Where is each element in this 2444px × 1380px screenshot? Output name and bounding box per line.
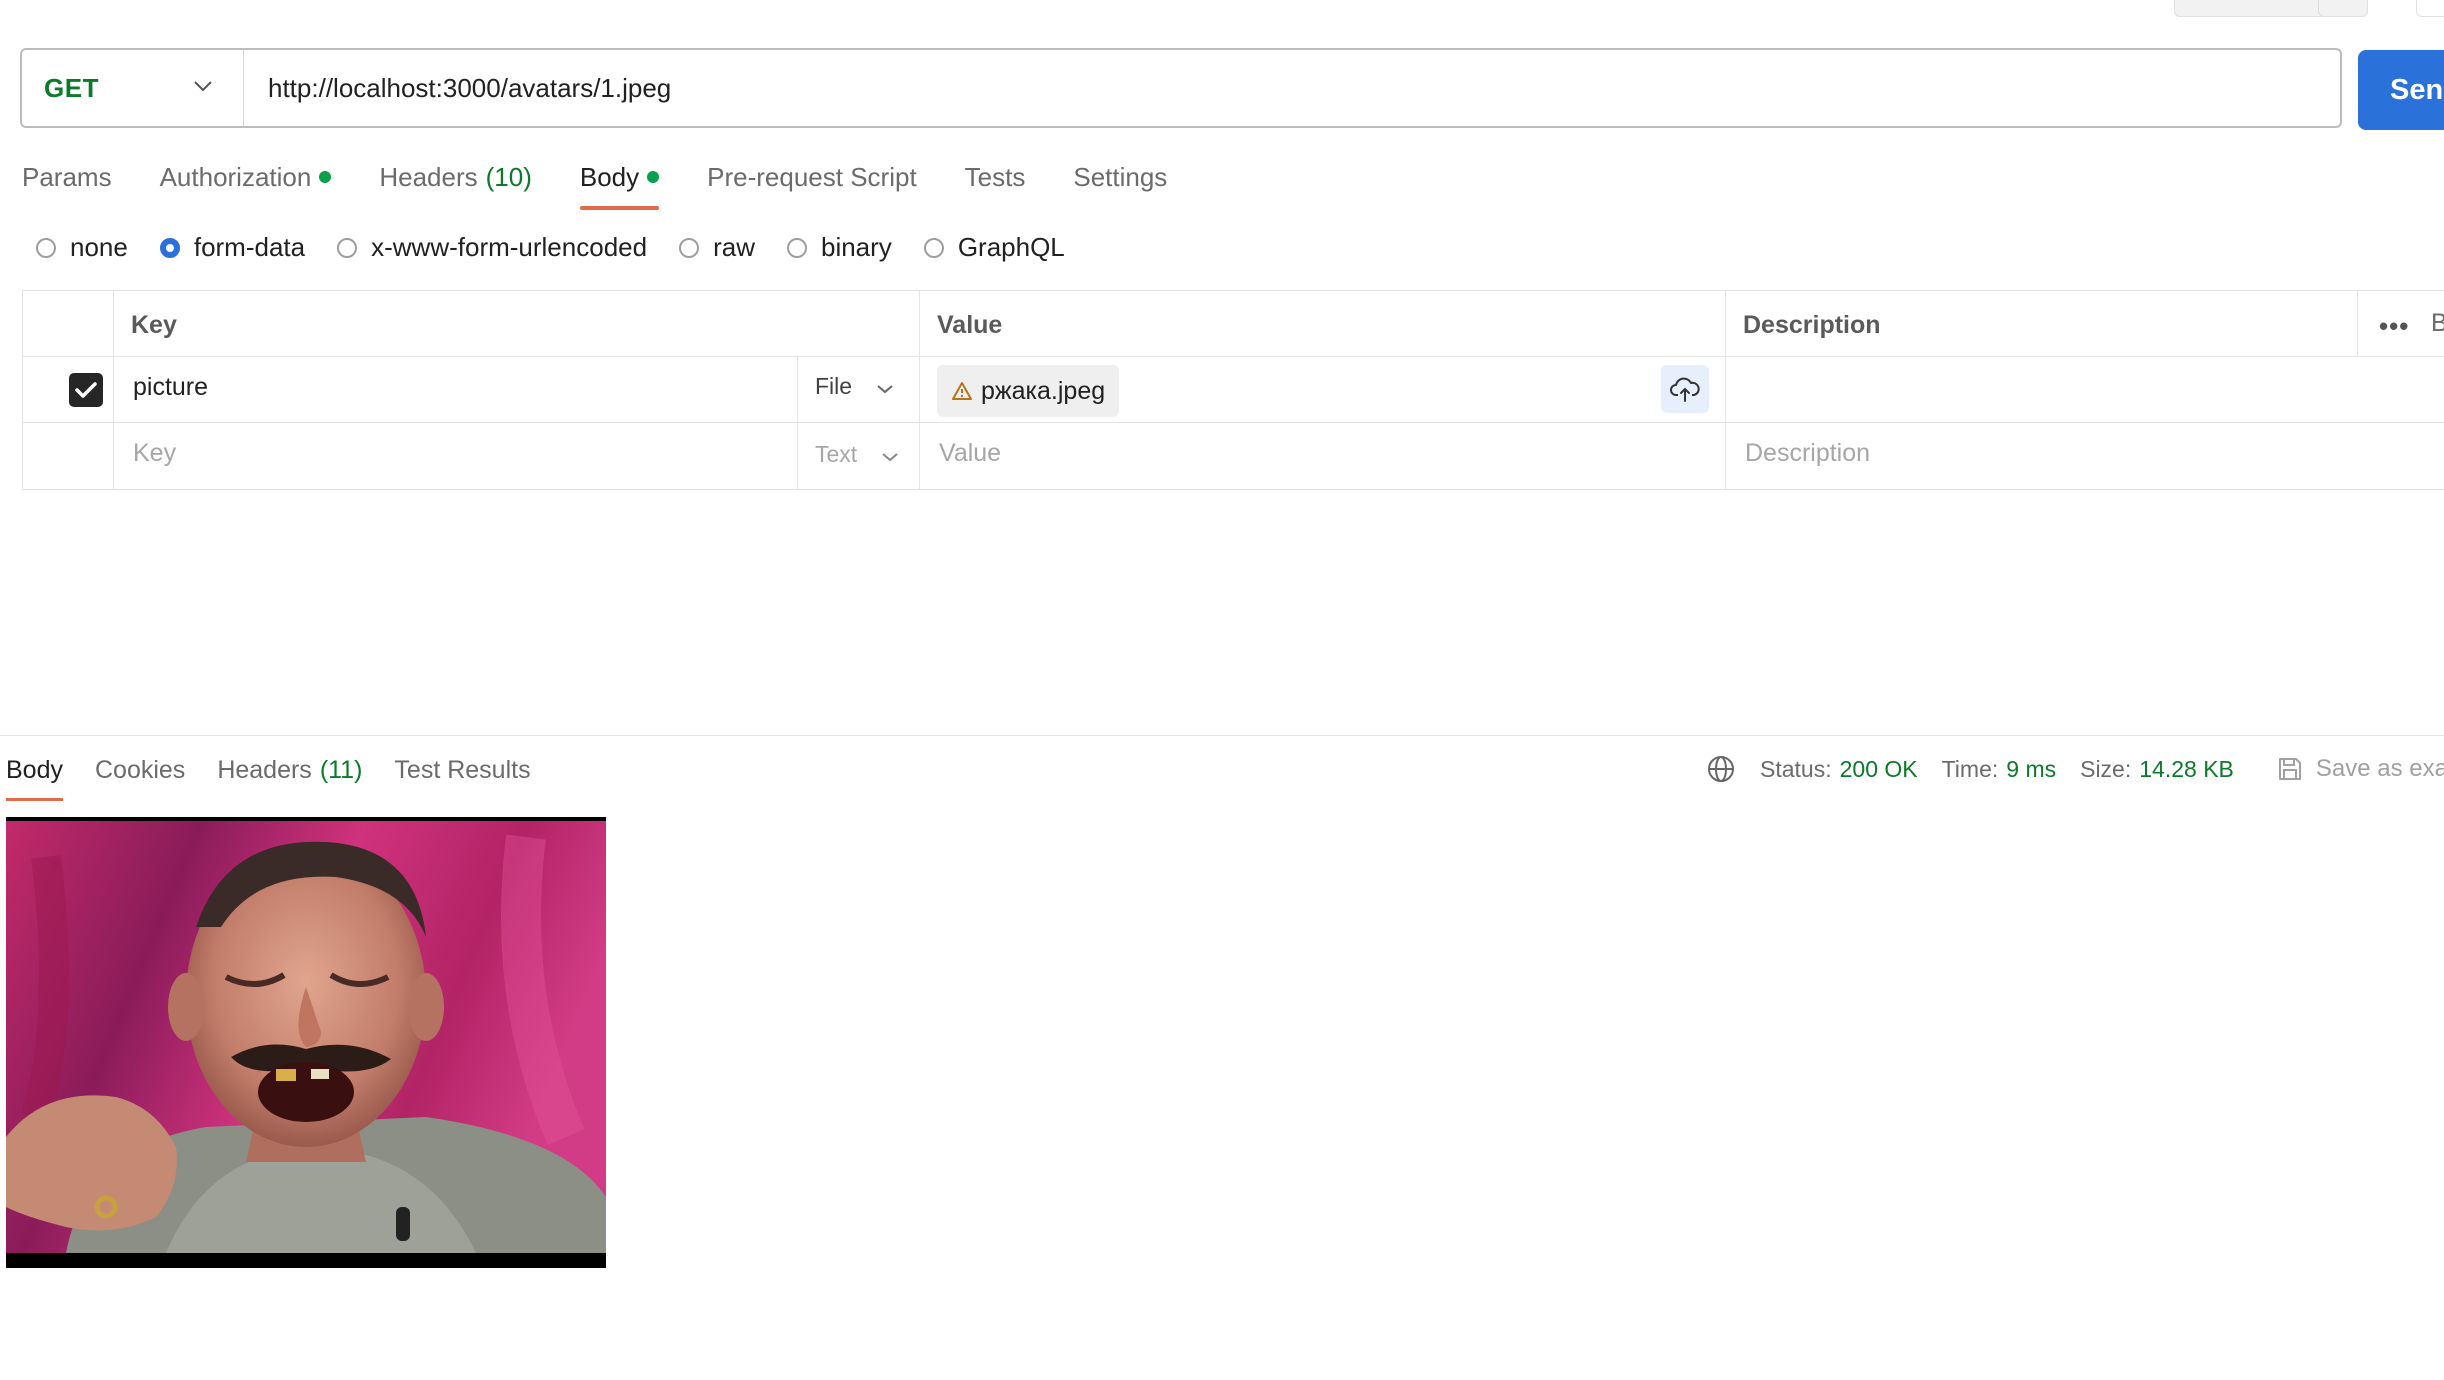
tab-label: Pre-request Script — [707, 161, 917, 192]
value-input[interactable]: Value — [939, 439, 1001, 468]
tab-tests[interactable]: Tests — [965, 158, 1026, 196]
radio-button[interactable] — [159, 237, 180, 258]
column-divider — [797, 356, 798, 489]
cloud-upload-icon — [1670, 377, 1700, 402]
radio-button[interactable] — [923, 237, 944, 258]
method-label: GET — [44, 72, 99, 103]
header-value: Value — [937, 311, 1003, 339]
tab-label: Body — [579, 161, 640, 192]
type-selector[interactable]: Text — [815, 441, 899, 468]
form-data-table: Key Value Description ••• B picture File… — [22, 290, 2444, 490]
radio-label: x-www-form-urlencoded — [371, 232, 648, 262]
size-value[interactable]: 14.28 KB — [2139, 756, 2234, 783]
row-divider — [23, 422, 2444, 423]
response-tab-body[interactable]: Body — [6, 752, 63, 801]
radio-label: GraphQL — [957, 232, 1065, 262]
response-tab-test-results[interactable]: Test Results — [394, 752, 530, 788]
checkmark-icon — [75, 382, 97, 398]
key-cell[interactable]: picture — [133, 373, 208, 402]
header-key: Key — [131, 311, 177, 339]
chevron-down-icon — [193, 79, 213, 97]
warning-icon — [951, 381, 973, 401]
time-value[interactable]: 9 ms — [2006, 756, 2056, 783]
radio-form-data[interactable]: form-data — [159, 232, 306, 263]
tab-label: Params — [22, 161, 112, 192]
type-label: File — [815, 373, 853, 399]
radio-label: none — [70, 232, 128, 262]
save-icon — [2278, 758, 2301, 780]
send-button[interactable]: Sen — [2358, 50, 2444, 130]
top-toolbar-extra[interactable] — [2416, 0, 2444, 17]
radio-label: form-data — [193, 232, 306, 262]
chevron-down-icon — [876, 373, 894, 400]
radio-graphql[interactable]: GraphQL — [923, 232, 1065, 263]
radio-button[interactable] — [36, 237, 56, 258]
tab-label: Tests — [964, 161, 1026, 192]
body-mode-selector: none form-data x-www-form-urlencoded raw… — [36, 232, 1097, 263]
tab-authorization[interactable]: Authorization — [160, 158, 332, 196]
cloud-upload-button[interactable] — [1661, 365, 1709, 413]
response-image — [6, 817, 606, 1268]
tab-label: Headers — [379, 161, 478, 192]
tab-headers[interactable]: Headers (10) — [379, 158, 532, 196]
time-label: Time: — [1941, 755, 1999, 782]
more-icon[interactable]: ••• — [2379, 311, 2409, 342]
status-dot — [319, 171, 332, 183]
tab-label: Test Results — [394, 755, 531, 784]
response-status-bar: Status: 200 OK Time: 9 ms Size: 14.28 KB… — [1706, 754, 2444, 784]
tab-settings[interactable]: Settings — [1073, 158, 1167, 196]
radio-label: binary — [820, 232, 892, 262]
tab-label: Settings — [1073, 161, 1168, 192]
status-label: Status: — [1760, 755, 1832, 782]
row-checkbox[interactable] — [69, 373, 103, 407]
bulk-edit-link[interactable]: B — [2431, 309, 2444, 338]
tab-count: (10) — [485, 161, 532, 192]
tab-params[interactable]: Params — [22, 158, 112, 196]
response-tab-headers[interactable]: Headers (11) — [217, 752, 362, 788]
response-tabs: Body Cookies Headers (11) Test Results — [6, 752, 563, 801]
method-selector[interactable]: GET — [22, 50, 244, 126]
status-dot — [647, 171, 660, 183]
row-divider — [23, 356, 2444, 357]
radio-binary[interactable]: binary — [786, 232, 892, 263]
column-divider — [919, 291, 920, 489]
tab-label: Headers — [217, 755, 312, 784]
chevron-down-icon — [881, 441, 899, 468]
radio-label: raw — [713, 232, 755, 262]
tab-label: Cookies — [94, 755, 186, 784]
radio-button[interactable] — [786, 237, 807, 258]
laughing-man-photo — [6, 821, 606, 1268]
pane-divider[interactable] — [0, 735, 2444, 736]
tab-label: Authorization — [159, 161, 312, 192]
file-name: ржака.jpeg — [981, 376, 1106, 405]
globe-icon[interactable] — [1706, 754, 1736, 784]
column-divider — [113, 291, 114, 489]
save-as-example-button[interactable]: Save as exa — [2276, 755, 2444, 783]
tab-count: (11) — [319, 755, 363, 784]
radio-none[interactable]: none — [36, 232, 128, 263]
header-description: Description — [1743, 311, 1881, 339]
save-label: Save as exa — [2315, 755, 2444, 782]
top-toolbar-dropdown[interactable] — [2318, 0, 2368, 17]
file-chip[interactable]: ржака.jpeg — [937, 365, 1120, 417]
key-input[interactable]: Key — [133, 439, 176, 468]
type-selector[interactable]: File — [815, 373, 894, 400]
column-divider — [2357, 291, 2358, 355]
request-url-bar: GET http://localhost:3000/avatars/1.jpeg — [20, 48, 2342, 128]
radio-button[interactable] — [679, 237, 700, 258]
radio-button[interactable] — [337, 237, 358, 258]
description-input[interactable]: Description — [1745, 439, 1870, 468]
request-tabs: Params Authorization Headers (10) Body P… — [22, 158, 1215, 210]
type-label: Text — [815, 441, 858, 467]
status-value[interactable]: 200 OK — [1840, 756, 1918, 783]
radio-x-www-form-urlencoded[interactable]: x-www-form-urlencoded — [337, 232, 647, 263]
column-divider — [1725, 291, 1726, 489]
tab-body[interactable]: Body — [579, 158, 660, 210]
tab-label: Body — [6, 755, 63, 784]
url-input[interactable]: http://localhost:3000/avatars/1.jpeg — [244, 73, 671, 104]
response-tab-cookies[interactable]: Cookies — [95, 752, 185, 788]
radio-raw[interactable]: raw — [679, 232, 755, 263]
tab-pre-request-script[interactable]: Pre-request Script — [707, 158, 917, 196]
size-label: Size: — [2080, 755, 2132, 782]
